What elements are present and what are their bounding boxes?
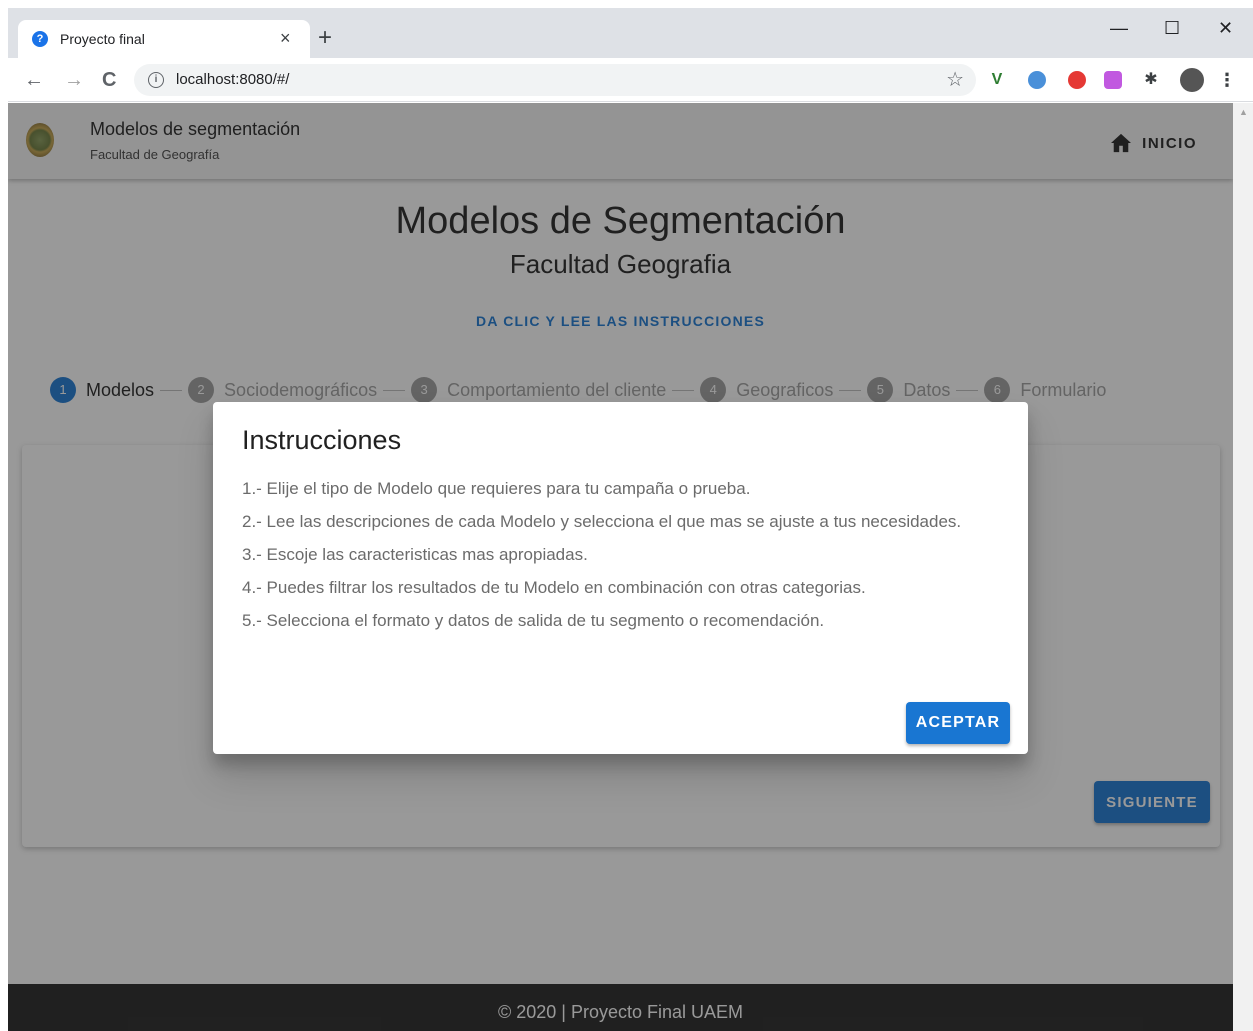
instruction-line: 3.- Escoje las caracteristicas mas aprop… — [242, 545, 588, 564]
tab-strip: ? Proyecto final × + — ☐ ✕ — [8, 8, 1253, 58]
forward-icon[interactable]: → — [64, 68, 84, 92]
extension-pink-icon[interactable] — [1104, 71, 1122, 89]
instruction-line: 1.- Elije el tipo de Modelo que requiere… — [242, 479, 751, 498]
favicon-icon: ? — [32, 31, 48, 47]
scroll-up-icon[interactable]: ▲ — [1239, 107, 1248, 117]
instruction-line: 5.- Selecciona el formato y datos de sal… — [242, 611, 825, 630]
dialog-body: 1.- Elije el tipo de Modelo que requiere… — [242, 472, 1002, 637]
puzzle-icon[interactable]: ✱ — [1142, 71, 1160, 89]
instruction-line: 4.- Puedes filtrar los resultados de tu … — [242, 578, 866, 597]
new-tab-icon[interactable]: + — [318, 25, 332, 51]
address-bar[interactable]: i localhost:8080/#/ ☆ — [134, 64, 976, 96]
close-tab-icon[interactable]: × — [280, 28, 291, 48]
info-icon[interactable]: i — [148, 72, 164, 88]
browser-toolbar: ← → C i localhost:8080/#/ ☆ V ✱ ⋮ — [8, 58, 1253, 102]
url-text[interactable]: localhost:8080/#/ — [176, 72, 289, 88]
menu-kebab-icon[interactable]: ⋮ — [1218, 71, 1236, 89]
opera-icon[interactable] — [1068, 71, 1086, 89]
vue-devtools-icon[interactable]: V — [988, 71, 1006, 89]
dialog-title: Instrucciones — [242, 425, 402, 455]
instruction-line: 2.- Lee las descripciones de cada Modelo… — [242, 512, 962, 531]
tab-title: Proyecto final — [60, 31, 145, 47]
browser-window: ? Proyecto final × + — ☐ ✕ ← → C i local… — [8, 8, 1253, 1031]
close-window-icon[interactable]: ✕ — [1218, 16, 1233, 40]
instructions-dialog: Instrucciones 1.- Elije el tipo de Model… — [213, 402, 1028, 754]
back-icon[interactable]: ← — [24, 68, 44, 92]
bookmark-star-icon[interactable]: ☆ — [946, 69, 964, 91]
page-scrollbar[interactable]: ▲ — [1233, 103, 1253, 1031]
profile-avatar[interactable] — [1180, 68, 1204, 92]
page-viewport: Modelos de segmentación Facultad de Geog… — [8, 103, 1233, 1031]
minimize-icon[interactable]: — — [1110, 16, 1128, 40]
maximize-icon[interactable]: ☐ — [1164, 16, 1180, 40]
accept-button[interactable]: ACEPTAR — [906, 702, 1010, 744]
reload-icon[interactable]: C — [102, 68, 116, 92]
extension-blue-icon[interactable] — [1028, 71, 1046, 89]
